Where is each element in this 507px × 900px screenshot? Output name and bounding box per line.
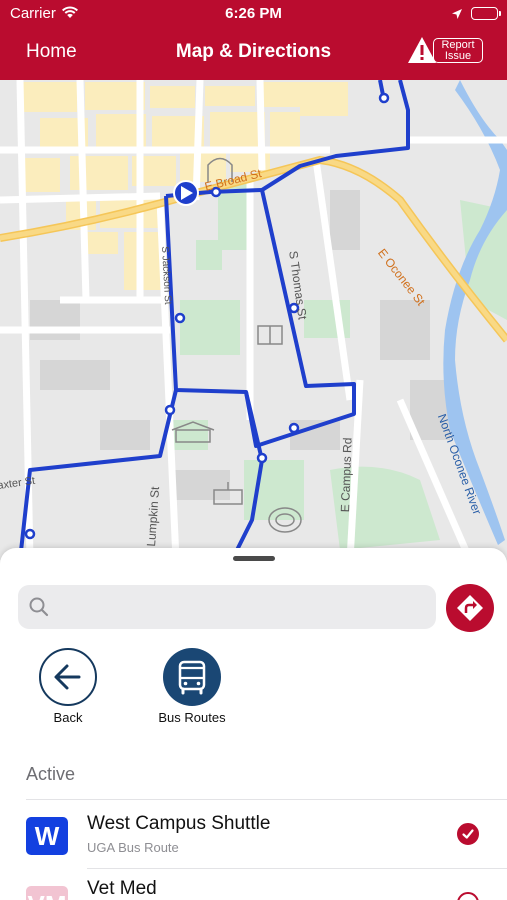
bus-routes-button[interactable]: Bus Routes <box>152 648 232 725</box>
clock: 6:26 PM <box>225 5 282 22</box>
section-header-active: Active <box>26 764 76 784</box>
sheet-grabber[interactable] <box>233 556 275 561</box>
directions-button[interactable] <box>446 584 494 632</box>
back-circle <box>39 648 97 706</box>
route-subtitle: UGA Bus Route <box>87 840 179 855</box>
route-checkbox[interactable] <box>457 823 479 845</box>
checkmark-icon <box>462 829 474 839</box>
search-input[interactable] <box>18 585 436 629</box>
bus-routes-circle <box>163 648 221 706</box>
navigation-bar: Home Map & Directions Report Issue <box>0 28 507 80</box>
location-arrow-icon <box>451 7 463 25</box>
campus-map[interactable]: E Broad St S Thomas St E Oconee St E Cam… <box>0 80 507 560</box>
status-bar: Carrier 6:26 PM <box>0 0 507 28</box>
bottom-sheet: Back Bus Routes Active W West Campus Shu… <box>0 548 507 900</box>
street-label-campus: E Campus Rd <box>338 437 355 513</box>
report-issue-button[interactable]: Report Issue <box>407 36 483 64</box>
battery-icon <box>471 7 501 20</box>
route-row[interactable]: VM Vet Med <box>0 868 507 900</box>
bus-routes-label: Bus Routes <box>158 710 226 725</box>
back-button[interactable]: Back <box>38 648 98 725</box>
route-name: Vet Med <box>87 878 157 899</box>
bus-icon <box>178 660 206 695</box>
search-icon <box>28 596 50 623</box>
directions-icon <box>457 595 483 621</box>
route-badge: W <box>26 817 68 855</box>
report-issue-label: Report Issue <box>433 38 483 63</box>
route-badge: VM <box>26 886 68 900</box>
arrow-left-icon <box>54 664 81 690</box>
route-row[interactable]: W West Campus Shuttle UGA Bus Route <box>0 799 507 869</box>
route-name: West Campus Shuttle <box>87 813 271 834</box>
route-checkbox[interactable] <box>457 892 479 900</box>
back-label: Back <box>53 710 83 725</box>
